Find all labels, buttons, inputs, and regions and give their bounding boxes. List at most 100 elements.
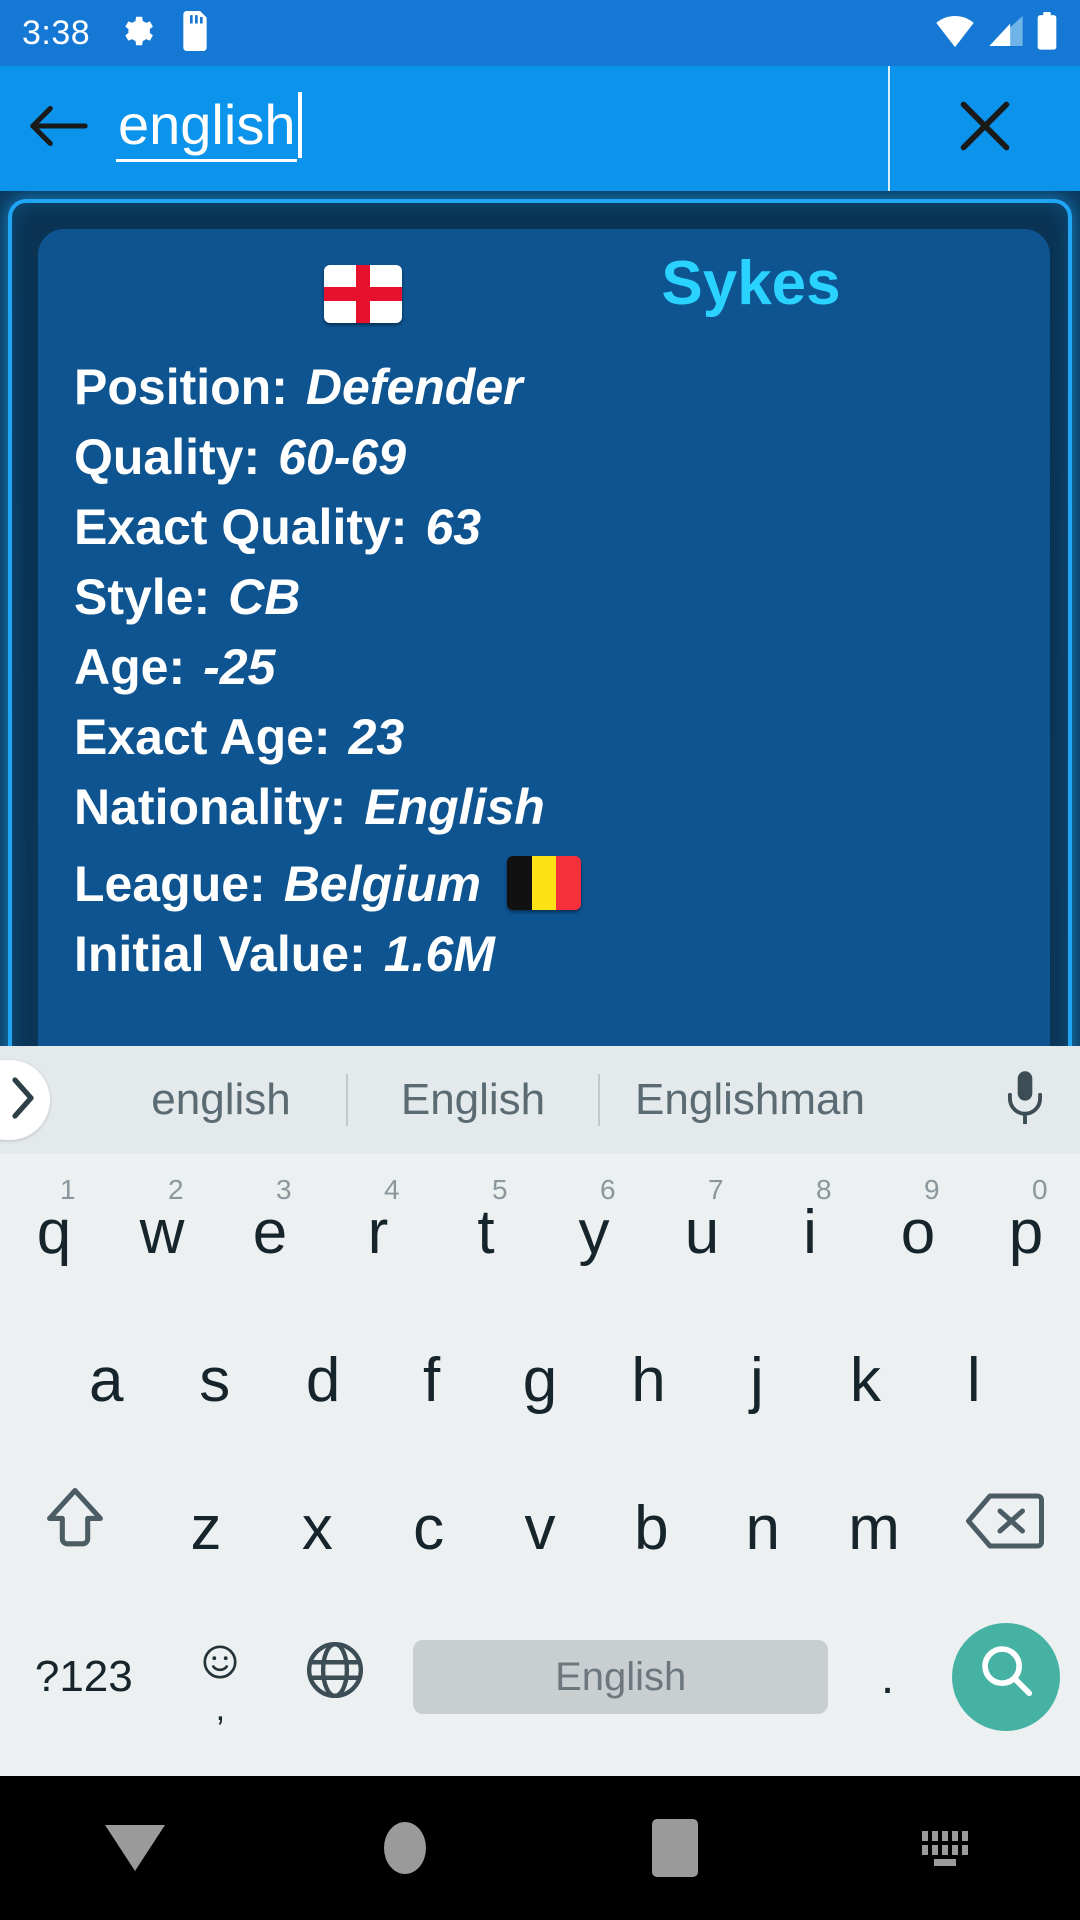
nav-home-circle-icon	[384, 1822, 426, 1874]
key-o[interactable]: 9o	[864, 1158, 972, 1306]
key-n[interactable]: n	[707, 1454, 818, 1602]
emoji-smiley-icon	[201, 1625, 239, 1696]
key-label: r	[367, 1197, 389, 1267]
key-number-label: 6	[600, 1174, 616, 1205]
key-f[interactable]: f	[377, 1306, 485, 1454]
key-t[interactable]: 5t	[432, 1158, 540, 1306]
key-h[interactable]: h	[594, 1306, 702, 1454]
key-v[interactable]: v	[484, 1454, 595, 1602]
key-number-label: 8	[816, 1174, 832, 1205]
key-g[interactable]: g	[486, 1306, 594, 1454]
attribute-value: Defender	[305, 359, 523, 415]
status-bar-clock: 3:38	[22, 13, 91, 52]
key-c[interactable]: c	[373, 1454, 484, 1602]
key-q[interactable]: 1q	[0, 1158, 108, 1306]
expand-suggestions-button[interactable]	[0, 1060, 50, 1140]
search-key-circle	[951, 1623, 1060, 1731]
search-enter-key[interactable]	[931, 1603, 1080, 1751]
attribute-label: Style:	[74, 569, 211, 625]
key-w[interactable]: 2w	[108, 1158, 216, 1306]
key-d[interactable]: d	[269, 1306, 377, 1454]
attribute-label: Exact Age:	[74, 709, 331, 765]
language-switch-key[interactable]	[273, 1603, 397, 1751]
attribute-value: 63	[425, 499, 482, 555]
key-u[interactable]: 7u	[648, 1158, 756, 1306]
player-card[interactable]: Sykes Position: Defender Quality: 60-69 …	[38, 229, 1050, 1046]
key-y[interactable]: 6y	[540, 1158, 648, 1306]
key-m[interactable]: m	[818, 1454, 929, 1602]
suggestion-item[interactable]: English	[348, 1075, 598, 1125]
key-label: p	[1008, 1197, 1044, 1267]
attribute-label: League:	[74, 856, 266, 912]
key-i[interactable]: 8i	[756, 1158, 864, 1306]
key-number-label: 7	[708, 1174, 724, 1205]
suggestion-item[interactable]: english	[96, 1075, 346, 1125]
england-flag-icon	[324, 265, 402, 323]
gear-icon	[116, 12, 154, 55]
table-row: Exact Quality: 63	[74, 497, 1050, 557]
key-x[interactable]: x	[262, 1454, 373, 1602]
attribute-value: -25	[203, 639, 276, 695]
close-x-icon	[954, 95, 1016, 162]
search-bar-divider	[888, 66, 890, 191]
period-key[interactable]: .	[844, 1603, 931, 1751]
key-number-label: 0	[1032, 1174, 1048, 1205]
key-number-label: 5	[492, 1174, 508, 1205]
shift-key[interactable]	[0, 1454, 150, 1602]
attribute-value: English	[364, 779, 545, 835]
battery-icon	[1036, 11, 1058, 55]
keyboard-row-1: 1q 2w 3e 4r 5t 6y 7u 8i 9o 0p	[0, 1158, 1080, 1306]
key-a[interactable]: a	[52, 1306, 160, 1454]
nav-keyboard-toggle-button[interactable]	[810, 1830, 1080, 1866]
nav-recents-square-icon	[652, 1819, 698, 1877]
suggestion-bar: english English Englishman	[0, 1046, 1080, 1154]
key-label: u	[684, 1197, 720, 1267]
key-k[interactable]: k	[811, 1306, 919, 1454]
search-input[interactable]: english	[116, 66, 888, 191]
wifi-icon	[934, 14, 976, 53]
attribute-value: 23	[348, 709, 405, 765]
attribute-value: CB	[228, 569, 301, 625]
key-label: q	[36, 1197, 72, 1267]
key-s[interactable]: s	[160, 1306, 268, 1454]
key-e[interactable]: 3e	[216, 1158, 324, 1306]
phone-screen: 3:38 english Sykes Position: Defender Qu…	[0, 0, 1080, 1920]
back-button[interactable]	[0, 66, 116, 191]
nav-recents-button[interactable]	[540, 1819, 810, 1877]
status-bar-right-icons	[934, 11, 1058, 55]
nav-home-button[interactable]	[270, 1822, 540, 1874]
table-row: Style: CB	[74, 567, 1050, 627]
symbols-key[interactable]: ?123	[0, 1603, 168, 1751]
keyboard-row-4: ?123 , English .	[0, 1602, 1080, 1752]
key-label: e	[252, 1197, 288, 1267]
backspace-key[interactable]	[930, 1454, 1080, 1602]
table-row: Nationality: English	[74, 777, 1050, 837]
clear-search-button[interactable]	[890, 66, 1080, 191]
emoji-comma-key[interactable]: ,	[168, 1603, 274, 1751]
nav-keyboard-toggle-icon	[922, 1830, 968, 1866]
suggestion-item[interactable]: Englishman	[600, 1075, 900, 1125]
key-j[interactable]: j	[703, 1306, 811, 1454]
player-card-outer[interactable]: Sykes Position: Defender Quality: 60-69 …	[8, 199, 1072, 1046]
search-magnifier-icon	[975, 1639, 1037, 1716]
sd-card-icon	[180, 10, 210, 56]
key-number-label: 1	[60, 1174, 76, 1205]
table-row: Exact Age: 23	[74, 707, 1050, 767]
key-r[interactable]: 4r	[324, 1158, 432, 1306]
space-key-label: English	[413, 1640, 829, 1714]
belgium-flag-icon	[506, 856, 581, 910]
attribute-label: Initial Value:	[74, 926, 366, 982]
key-l[interactable]: l	[920, 1306, 1028, 1454]
voice-input-button[interactable]	[970, 1070, 1080, 1131]
space-key[interactable]: English	[397, 1603, 844, 1751]
player-name: Sykes	[661, 249, 841, 318]
attribute-value: Belgium	[283, 856, 481, 912]
key-p[interactable]: 0p	[972, 1158, 1080, 1306]
backspace-icon	[965, 1490, 1045, 1567]
key-label: o	[900, 1197, 936, 1267]
nav-back-button[interactable]	[0, 1825, 270, 1871]
nav-back-triangle-icon	[105, 1825, 165, 1871]
key-b[interactable]: b	[596, 1454, 707, 1602]
key-z[interactable]: z	[150, 1454, 261, 1602]
system-navigation-bar	[0, 1776, 1080, 1920]
